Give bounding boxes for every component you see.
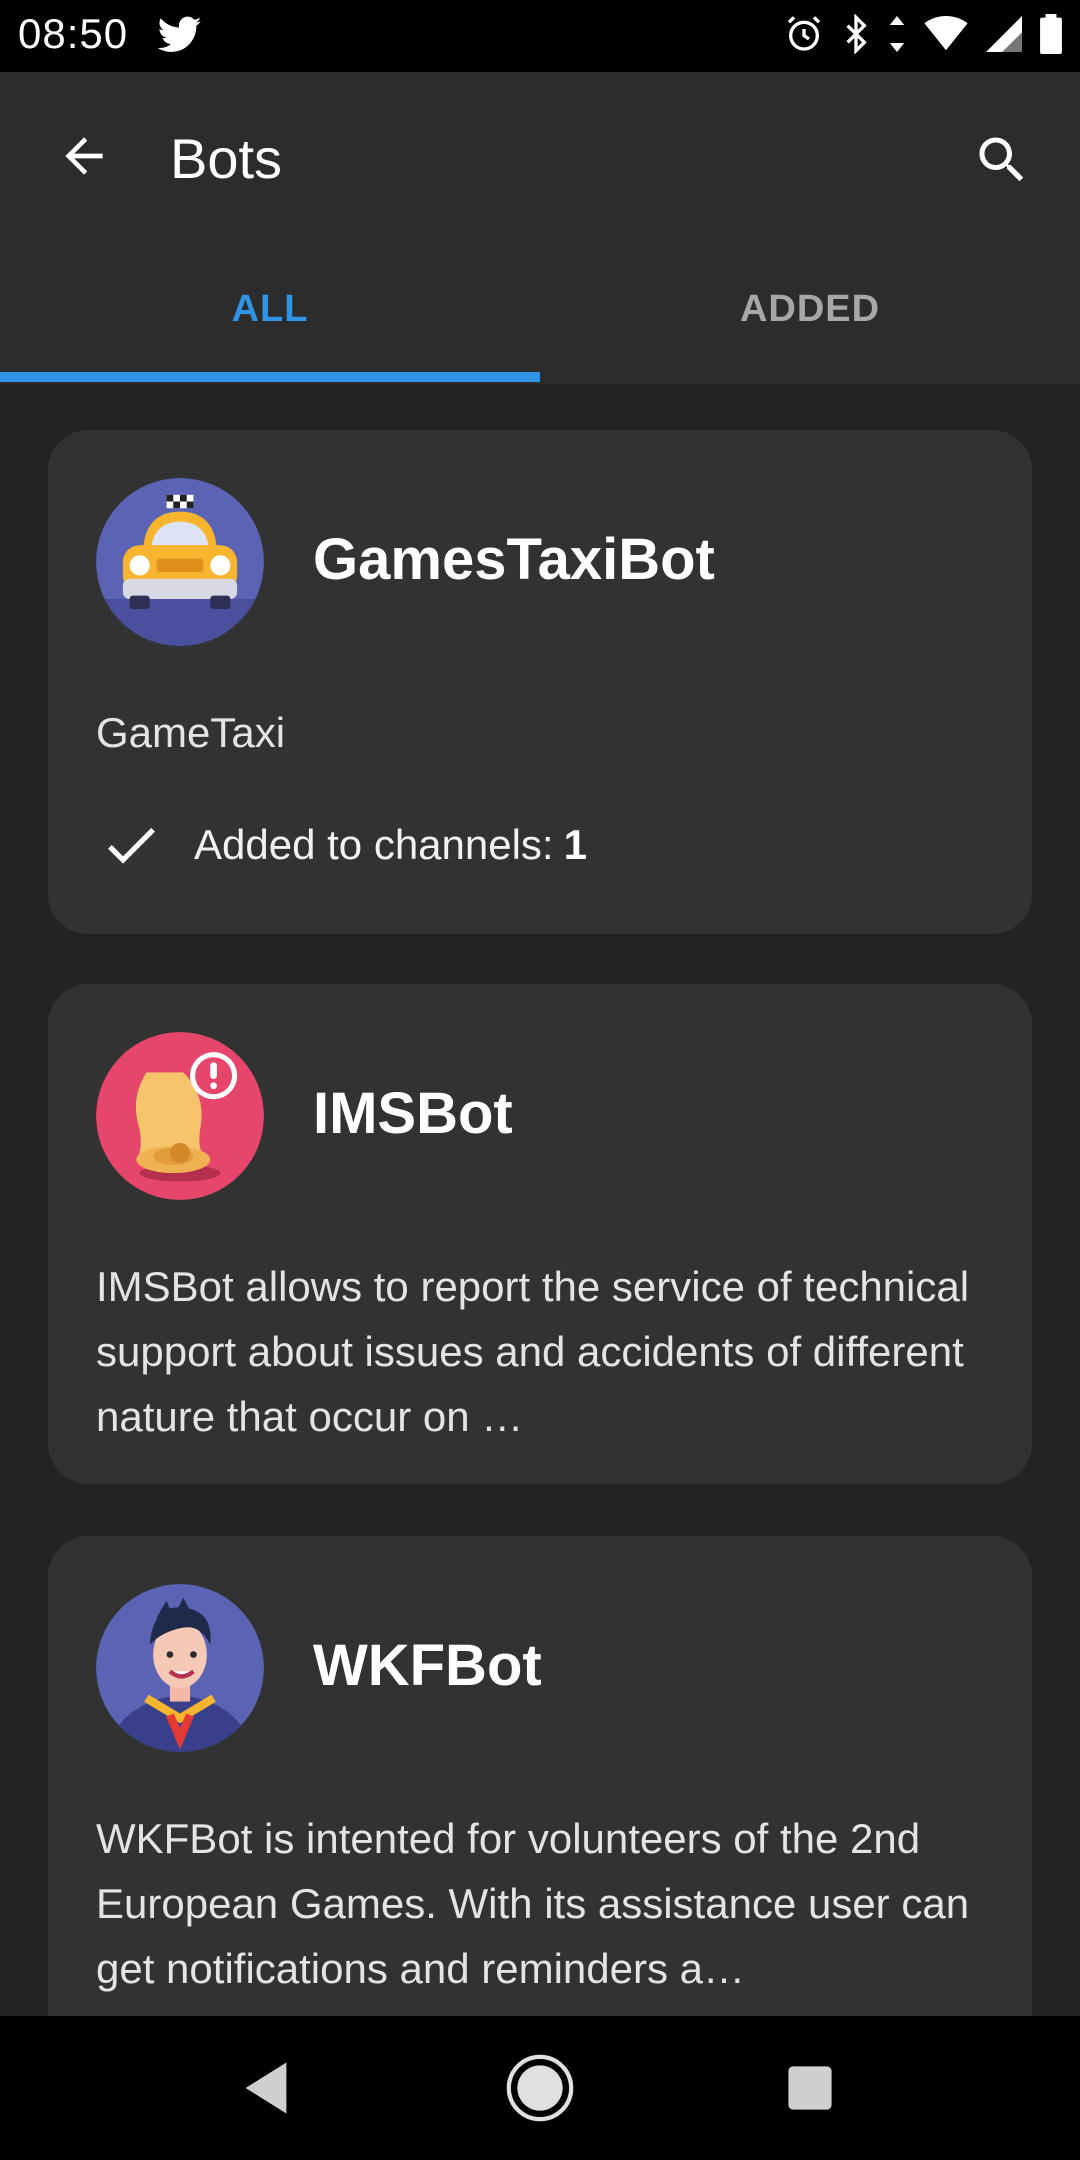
added-count: 1 — [563, 821, 587, 868]
signal-icon — [986, 16, 1022, 52]
nav-home-button[interactable] — [504, 2052, 576, 2124]
bot-description: GameTaxi — [96, 700, 996, 765]
check-icon — [96, 810, 166, 880]
bot-card-wkfbot[interactable]: WKFBot WKFBot is intented for volunteers… — [48, 1536, 1032, 2016]
bot-name: WKFBot — [313, 1633, 542, 1698]
wifi-icon — [924, 16, 968, 52]
bot-description: WKFBot is intented for volunteers of the… — [96, 1806, 996, 2001]
tab-all[interactable]: ALL — [0, 240, 540, 378]
alarm-icon — [784, 14, 824, 54]
tab-bar: ALL ADDED — [0, 240, 1080, 384]
bell-alert-avatar — [96, 1032, 264, 1200]
battery-icon — [1040, 14, 1062, 54]
nav-back-button[interactable] — [230, 2052, 302, 2124]
bot-card-imsbot[interactable]: IMSBot IMSBot allows to report the servi… — [48, 984, 1032, 1484]
bot-description: IMSBot allows to report the service of t… — [96, 1254, 996, 1449]
search-button[interactable] — [962, 120, 1042, 200]
bot-list: GamesTaxiBot GameTaxi Added to channels:… — [0, 384, 1080, 2016]
added-label: Added to channels: — [194, 821, 554, 868]
bot-description-text: IMSBot allows to report the service of t… — [96, 1263, 970, 1440]
nav-back-icon — [245, 2062, 287, 2114]
status-time: 08:50 — [18, 10, 129, 57]
bluetooth-icon — [842, 14, 870, 54]
bot-card-gamestaxibot[interactable]: GamesTaxiBot GameTaxi Added to channels:… — [48, 430, 1032, 934]
nav-recents-button[interactable] — [774, 2052, 846, 2124]
bot-name: GamesTaxiBot — [313, 527, 715, 592]
page-title: Bots — [170, 127, 283, 190]
twitter-icon — [157, 16, 202, 59]
status-bar: 08:50 — [0, 0, 1080, 72]
bot-description-text: WKFBot is intented for volunteers of the… — [96, 1815, 970, 1992]
status-icons — [784, 14, 1062, 54]
volunteer-avatar — [96, 1584, 264, 1752]
nav-recents-icon — [788, 2066, 832, 2110]
data-arrows-icon — [888, 16, 906, 52]
nav-home-icon — [506, 2054, 574, 2122]
taxi-avatar — [96, 478, 264, 646]
system-nav-bar — [0, 2016, 1080, 2160]
tab-indicator — [0, 372, 540, 382]
bot-description-text: GameTaxi — [96, 709, 286, 756]
arrow-left-icon — [65, 137, 103, 175]
search-icon — [979, 137, 1024, 182]
added-to-channels: Added to channels: 1 — [96, 810, 587, 880]
tab-added[interactable]: ADDED — [540, 240, 1080, 378]
back-button[interactable] — [48, 120, 120, 192]
bot-name: IMSBot — [313, 1081, 513, 1146]
